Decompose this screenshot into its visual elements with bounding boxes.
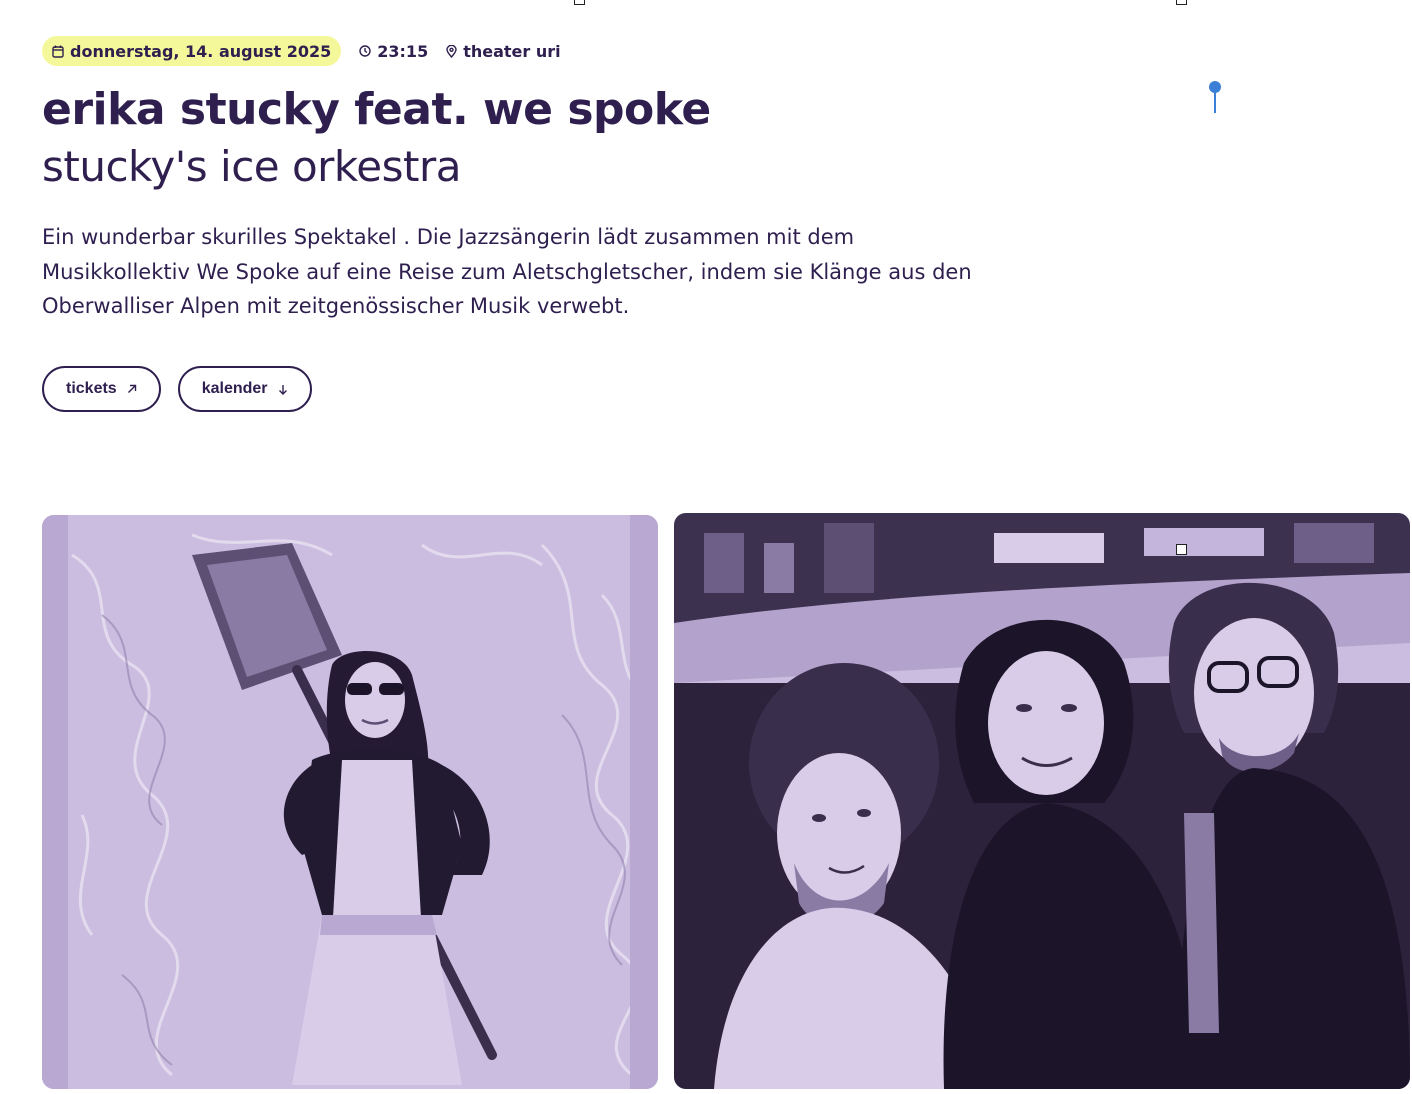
selection-handle-top-right <box>1176 0 1187 5</box>
event-meta: donnerstag, 14. august 2025 23:15 theate… <box>42 36 561 66</box>
event-subtitle: stucky's ice orkestra <box>42 142 461 191</box>
location-pin-icon <box>446 44 457 58</box>
clock-icon <box>359 45 371 57</box>
event-time: 23:15 <box>359 42 428 61</box>
band-photo-we-spoke <box>674 513 1410 1089</box>
selection-handle-photo <box>1176 544 1187 555</box>
arrow-up-right-icon <box>127 384 136 393</box>
tickets-button-label: tickets <box>66 380 117 397</box>
event-date-badge: donnerstag, 14. august 2025 <box>42 36 342 66</box>
arrow-down-icon <box>278 384 287 395</box>
calendar-button[interactable]: kalender <box>177 366 312 412</box>
event-description: Ein wunderbar skurilles Spektakel . Die … <box>42 225 972 318</box>
map-pin-icon[interactable] <box>1208 80 1222 114</box>
event-date: donnerstag, 14. august 2025 <box>70 41 332 61</box>
artist-photo-erika-stucky <box>42 515 658 1089</box>
event-title: erika stucky feat. we spoke <box>42 84 711 135</box>
artist-photo-illustration <box>42 515 658 1089</box>
event-venue-text: theater uri <box>463 41 561 61</box>
event-actions: tickets kalender <box>42 366 312 412</box>
band-photo-illustration <box>674 513 1410 1089</box>
selection-handle-top-left <box>574 0 585 5</box>
calendar-button-label: kalender <box>201 380 268 397</box>
event-venue: theater uri <box>446 41 561 61</box>
calendar-icon <box>52 45 64 58</box>
tickets-button[interactable]: tickets <box>42 366 161 412</box>
event-time-text: 23:15 <box>377 41 429 61</box>
